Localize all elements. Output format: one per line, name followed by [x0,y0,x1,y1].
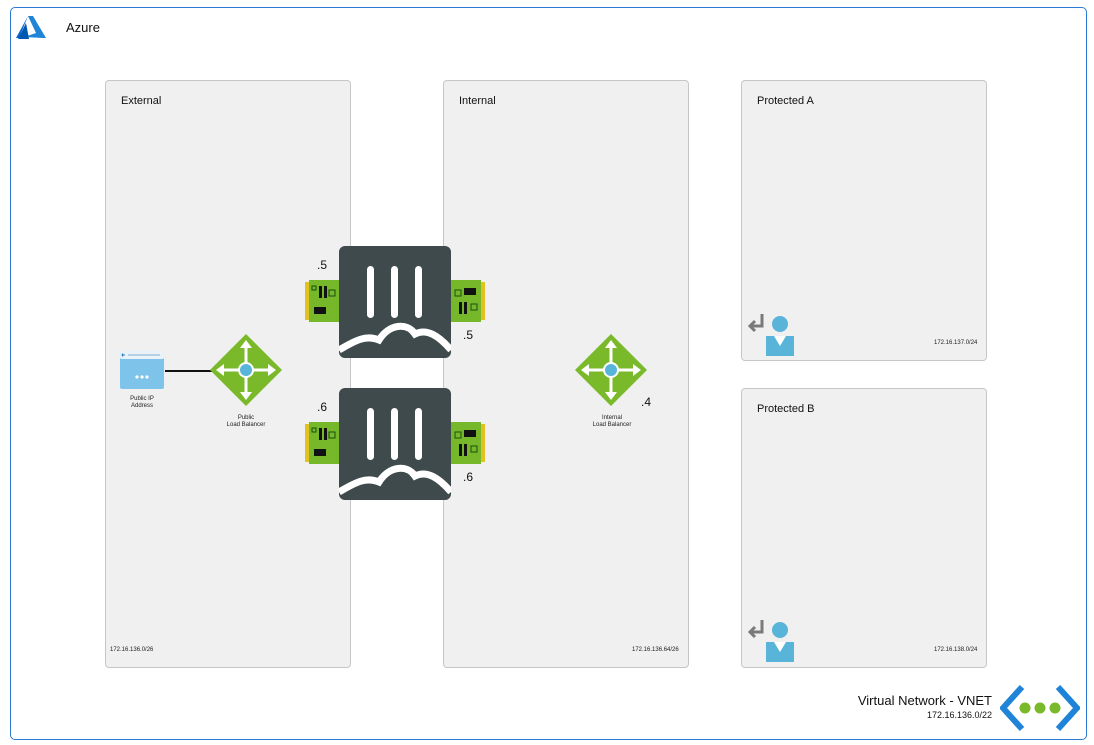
fw1-internal-ip: .5 [463,328,474,342]
public-lb-label: Public Load Balancer [216,415,276,429]
subnet-internal [443,80,689,668]
vnet-cidr: 172.16.136.0/22 [926,710,992,720]
public-ip-lb-connector [165,370,213,372]
subnet-external-cidr: 172.16.136.0/26 [110,647,154,653]
vnet-title: Virtual Network - VNET [857,693,992,708]
public-ip-label-line1: Public IP [130,396,154,402]
subnet-protected-a-title: Protected A [757,95,814,107]
fw2-internal-nic-icon [451,422,485,464]
fw1-internal-nic-icon [451,280,485,322]
subnet-external-title: External [121,95,162,107]
azure-title: Azure [66,20,100,35]
internal-lb-ip: .4 [641,395,652,409]
public-ip-icon [120,351,164,389]
azure-logo-icon [16,16,46,39]
protected-a-user-icon [747,314,794,356]
fw2-external-nic-icon [305,422,339,464]
internal-lb-label-line1: Internal [601,415,622,421]
fortigate-2-icon [339,388,451,500]
subnet-protected-a-cidr: 172.16.137.0/24 [934,340,978,346]
fw1-external-nic-icon [305,280,339,322]
public-ip-label: Public IP Address [118,396,166,410]
fw2-external-ip: .6 [317,400,328,414]
public-lb-label-line2: Load Balancer [226,422,266,428]
internal-load-balancer-icon [575,334,647,406]
fw2-internal-ip: .6 [463,470,474,484]
virtual-network-icon [1000,684,1080,732]
public-load-balancer-icon [210,334,282,406]
fortigate-1-icon [339,246,451,358]
subnet-protected-b-cidr: 172.16.138.0/24 [934,647,978,653]
internal-lb-label: Internal Load Balancer [582,415,642,429]
subnet-internal-title: Internal [459,95,496,107]
public-ip-label-line2: Address [130,403,153,409]
subnet-internal-cidr: 172.16.136.64/26 [632,647,679,653]
protected-b-user-icon [747,620,794,662]
public-lb-label-line1: Public [237,415,255,421]
internal-lb-label-line2: Load Balancer [592,422,632,428]
fw1-external-ip: .5 [317,258,328,272]
subnet-protected-b-title: Protected B [757,403,815,415]
